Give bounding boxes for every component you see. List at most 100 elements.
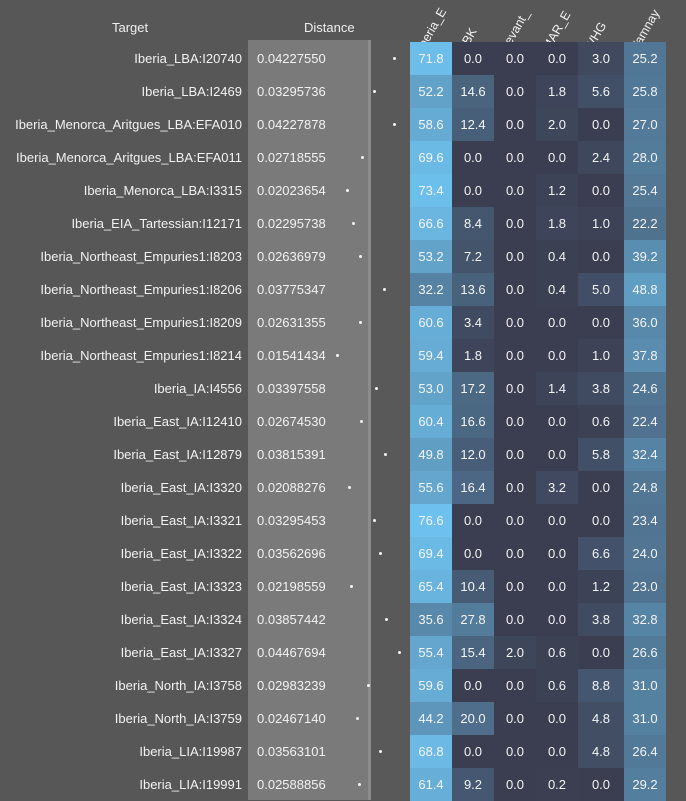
heatmap-cell: 53.0 — [410, 372, 452, 405]
distance-dot — [358, 783, 361, 786]
results-table: Target Distance Iberia_E LBK Levant_ MAR_E W… — [0, 0, 686, 801]
heatmap-cell: 25.4 — [624, 174, 666, 207]
distance-dot — [360, 420, 363, 423]
heatmap-cell: 69.6 — [410, 141, 452, 174]
distance-dot — [375, 387, 378, 390]
heatmap-cell: 12.0 — [452, 438, 494, 471]
table-row: Iberia_East_IA:I3324 0.03857442 35.6 27.8 0.… — [0, 603, 686, 636]
distance-value: 0.03775347 — [257, 282, 326, 297]
heatmap-cell: 69.4 — [410, 537, 452, 570]
distance-value: 0.04467694 — [257, 645, 326, 660]
heatmap-cell: 14.6 — [452, 75, 494, 108]
heatmap-cell: 0.0 — [536, 504, 578, 537]
heatmap-cell: 2.4 — [578, 141, 624, 174]
distance-value: 0.02636979 — [257, 249, 326, 264]
heatmap-cell: 53.2 — [410, 240, 452, 273]
target-label: Iberia_LBA:I20740 — [134, 51, 242, 66]
target-label: Iberia_North_IA:I3758 — [114, 678, 242, 693]
heatmap-cell: 0.6 — [536, 636, 578, 669]
heatmap-cell: 25.2 — [624, 42, 666, 75]
heatmap-cell: 31.0 — [624, 669, 666, 702]
heatmap-cell: 0.0 — [536, 339, 578, 372]
distance-dot — [393, 123, 396, 126]
heatmap-cell: 4.8 — [578, 735, 624, 768]
target-label: Iberia_East_IA:I3322 — [120, 546, 242, 561]
heatmap-cell: 0.0 — [578, 768, 624, 801]
table-row: Iberia_LBA:I20740 0.04227550 71.8 0.0 0.0 0.0… — [0, 42, 686, 75]
table-row: Iberia_East_IA:I3321 0.03295453 76.6 0.0 0.0… — [0, 504, 686, 537]
heatmap-cell: 0.0 — [536, 438, 578, 471]
table-row: Iberia_East_IA:I3327 0.04467694 55.4 15.4 2.… — [0, 636, 686, 669]
heatmap-cell: 10.4 — [452, 570, 494, 603]
table-row: Iberia_East_IA:I3323 0.02198559 65.4 10.4 0.… — [0, 570, 686, 603]
heatmap-cell: 32.4 — [624, 438, 666, 471]
heatmap-cell: 0.2 — [536, 768, 578, 801]
distance-value: 0.04227878 — [257, 117, 326, 132]
heatmap-cell: 0.0 — [494, 306, 536, 339]
distance-dot — [398, 651, 401, 654]
target-label: Iberia_East_IA:I3323 — [120, 579, 242, 594]
heatmap-cell: 2.0 — [536, 108, 578, 141]
heatmap-cell: 73.4 — [410, 174, 452, 207]
heatmap-cell: 55.4 — [410, 636, 452, 669]
heatmap-cell: 22.4 — [624, 405, 666, 438]
distance-value: 0.02467140 — [257, 711, 326, 726]
heatmap-cell: 60.6 — [410, 306, 452, 339]
heatmap-cell: 26.4 — [624, 735, 666, 768]
heatmap-cell: 0.0 — [536, 735, 578, 768]
heatmap-cell: 5.0 — [578, 273, 624, 306]
target-label: Iberia_East_IA:I3320 — [120, 480, 242, 495]
heatmap-cell: 0.0 — [494, 108, 536, 141]
heatmap-cell: 0.0 — [536, 141, 578, 174]
heatmap-cell: 0.0 — [578, 636, 624, 669]
heatmap-cell: 2.0 — [494, 636, 536, 669]
heatmap-cell: 13.6 — [452, 273, 494, 306]
distance-dot — [336, 354, 339, 357]
distance-dot — [393, 57, 396, 60]
heatmap-cell: 66.6 — [410, 207, 452, 240]
distance-value: 0.02588856 — [257, 777, 326, 792]
heatmap-cell: 0.0 — [578, 504, 624, 537]
distance-value: 0.03563101 — [257, 744, 326, 759]
heatmap-cell: 0.0 — [578, 471, 624, 504]
table-row: Iberia_East_IA:I3320 0.02088276 55.6 16.4 0.… — [0, 471, 686, 504]
heatmap-cell: 0.0 — [536, 405, 578, 438]
heatmap-cell: 23.4 — [624, 504, 666, 537]
heatmap-cell: 0.0 — [494, 405, 536, 438]
heatmap-cell: 32.2 — [410, 273, 452, 306]
heatmap-cell: 0.0 — [536, 306, 578, 339]
target-label: Iberia_Menorca_LBA:I3315 — [83, 183, 242, 198]
heatmap-cell: 37.8 — [624, 339, 666, 372]
heatmap-cell: 8.4 — [452, 207, 494, 240]
heatmap-cell: 0.0 — [494, 42, 536, 75]
table-row: Iberia_East_IA:I12410 0.02674530 60.4 16.6 0… — [0, 405, 686, 438]
heatmap-cell: 52.2 — [410, 75, 452, 108]
heatmap-cell: 1.0 — [578, 207, 624, 240]
heatmap-cell: 60.4 — [410, 405, 452, 438]
heatmap-cell: 0.0 — [494, 768, 536, 801]
distance-dot — [352, 222, 355, 225]
heatmap-cell: 0.6 — [578, 405, 624, 438]
table-row: Iberia_North_IA:I3758 0.02983239 59.6 0.0 0.… — [0, 669, 686, 702]
heatmap-cell: 35.6 — [410, 603, 452, 636]
table-row: Iberia_Northeast_Empuries1:I8209 0.026313… — [0, 306, 686, 339]
table-row: Iberia_Northeast_Empuries1:I8214 0.015414… — [0, 339, 686, 372]
table-row: Iberia_East_IA:I3322 0.03562696 69.4 0.0 0.0… — [0, 537, 686, 570]
distance-dot — [359, 255, 362, 258]
heatmap-cell: 0.0 — [494, 174, 536, 207]
heatmap-cell: 1.0 — [578, 339, 624, 372]
heatmap-cell: 1.8 — [536, 207, 578, 240]
heatmap-cell: 61.4 — [410, 768, 452, 801]
heatmap-cell: 27.0 — [624, 108, 666, 141]
heatmap-cell: 0.0 — [536, 702, 578, 735]
distance-dot — [385, 618, 388, 621]
heatmap-cell: 0.0 — [578, 108, 624, 141]
distance-dot — [384, 453, 387, 456]
heatmap-cell: 1.8 — [452, 339, 494, 372]
distance-column-header: Distance — [304, 20, 355, 35]
distance-dot — [379, 552, 382, 555]
distance-value: 0.04227550 — [257, 51, 326, 66]
heatmap-cell: 6.6 — [578, 537, 624, 570]
target-column-header: Target — [112, 20, 149, 35]
heatmap-cell: 0.0 — [494, 273, 536, 306]
